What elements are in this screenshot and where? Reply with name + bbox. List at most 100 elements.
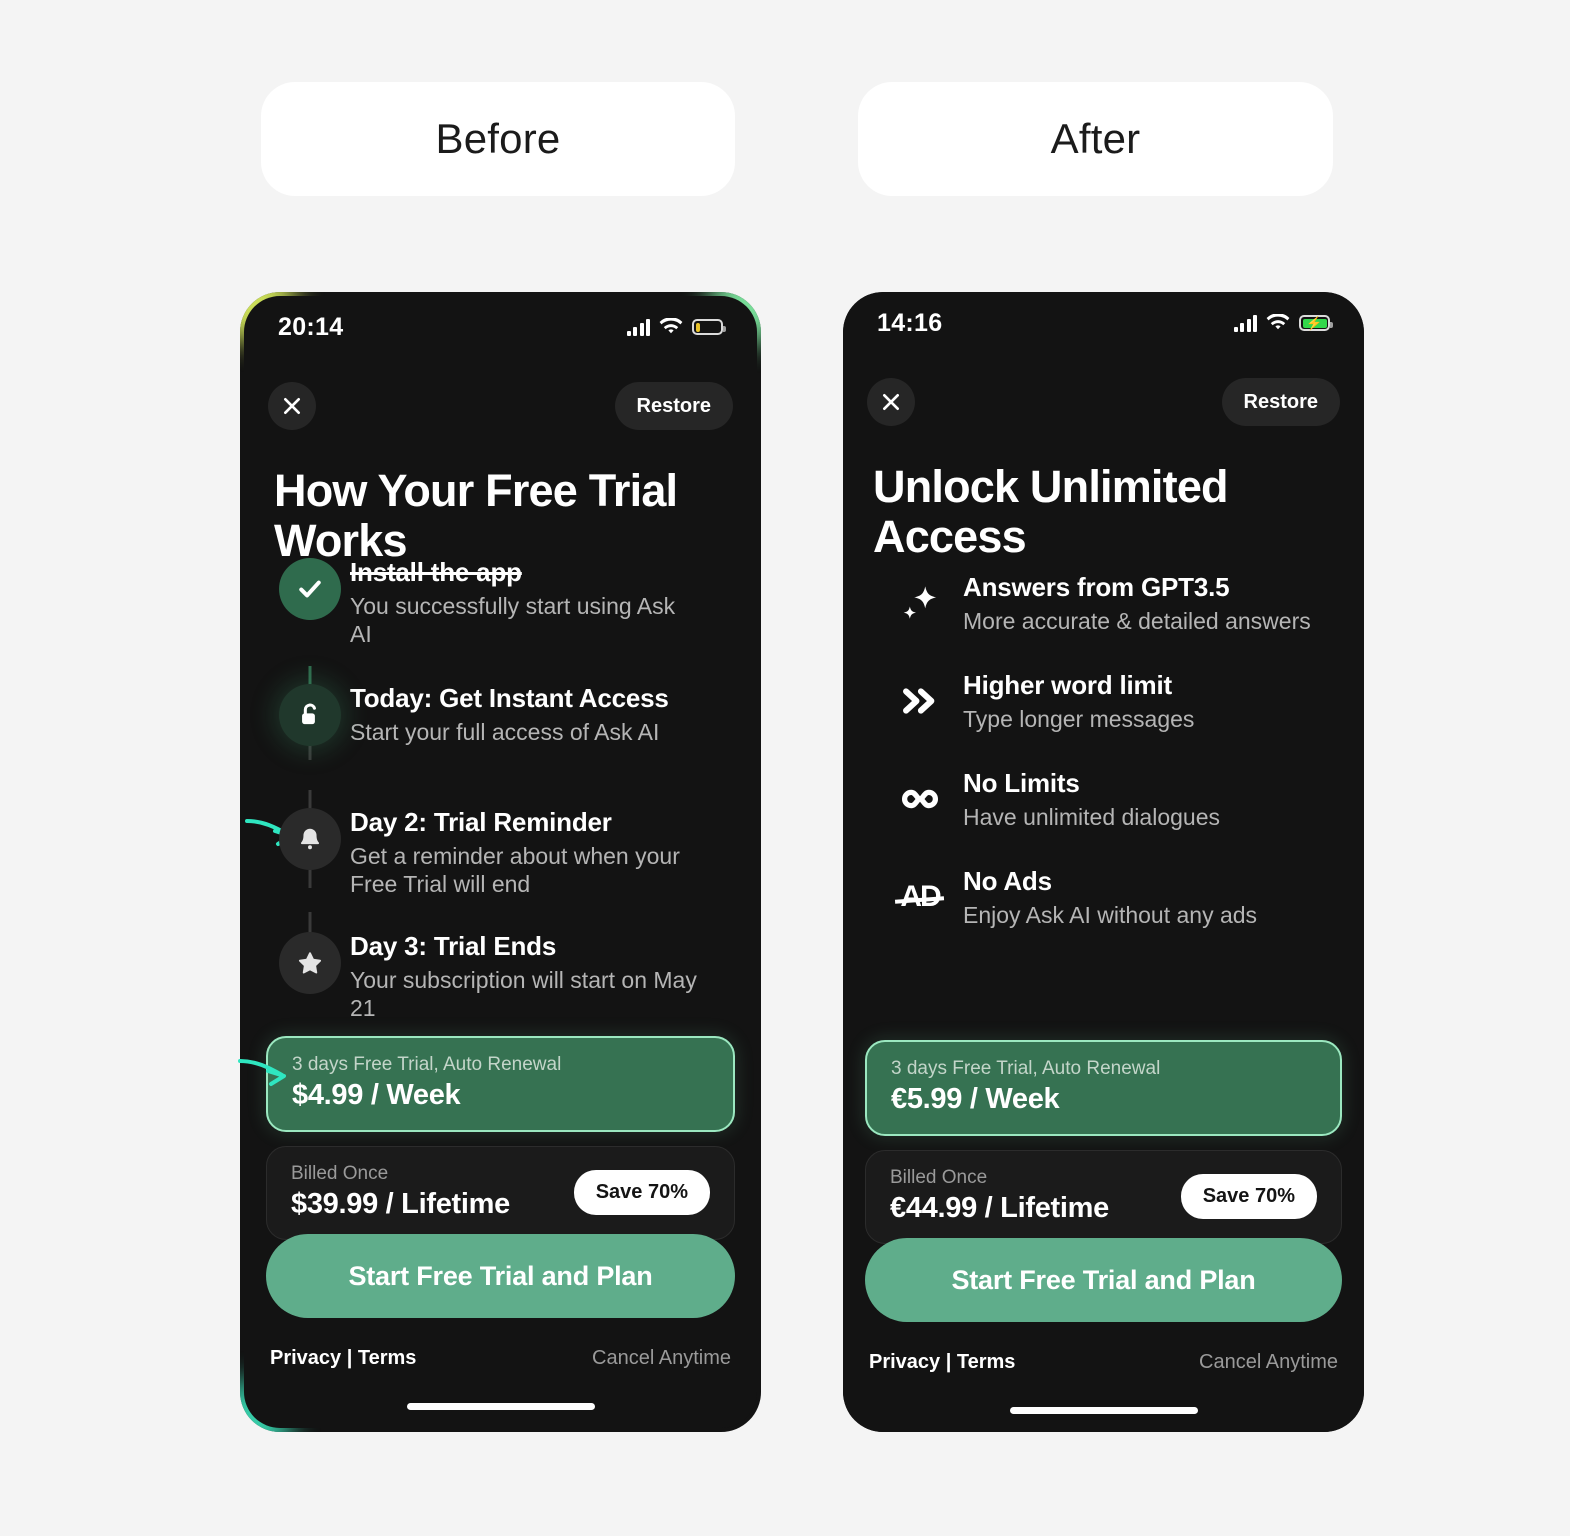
step-desc: Your subscription will start on May 21 bbox=[350, 966, 697, 1021]
status-bar: 14:16 ⚡ bbox=[843, 292, 1364, 354]
step-title: Install the app bbox=[350, 557, 522, 587]
restore-button[interactable]: Restore bbox=[614, 382, 733, 430]
plan-price: $39.99 / Lifetime bbox=[291, 1188, 510, 1220]
no-ads-icon: AD bbox=[900, 880, 941, 913]
feature-item: AD No Ads Enjoy Ask AI without any ads bbox=[881, 848, 1336, 946]
cancel-anytime-note: Cancel Anytime bbox=[592, 1347, 731, 1369]
status-icons: ⚡ bbox=[1233, 314, 1333, 332]
label-after: After bbox=[858, 82, 1333, 196]
status-bar: 20:14 bbox=[244, 296, 757, 358]
privacy-terms-link[interactable]: Privacy | Terms bbox=[869, 1351, 1015, 1374]
feature-title: Answers from GPT3.5 bbox=[963, 571, 1230, 602]
close-icon bbox=[284, 398, 300, 414]
feature-item: No Limits Have unlimited dialogues bbox=[881, 750, 1336, 848]
feature-text: Higher word limit Type longer messages bbox=[959, 670, 1194, 733]
save-badge: Save 70% bbox=[1180, 1173, 1317, 1219]
page-title: How Your Free Trial Works bbox=[274, 465, 678, 566]
step-icon-badge bbox=[279, 558, 341, 620]
bell-icon bbox=[300, 828, 320, 850]
plan-subtitle: 3 days Free Trial, Auto Renewal bbox=[891, 1058, 1161, 1079]
feature-icon bbox=[881, 778, 959, 820]
feature-icon bbox=[881, 680, 959, 722]
timeline-step: Install the app You successfully start u… bbox=[274, 554, 739, 680]
plan-card-weekly[interactable]: 3 days Free Trial, Auto Renewal $4.99 / … bbox=[266, 1036, 735, 1132]
feature-item: Answers from GPT3.5 More accurate & deta… bbox=[881, 554, 1336, 652]
plan-subtitle: Billed Once bbox=[291, 1163, 389, 1184]
feature-desc: Enjoy Ask AI without any ads bbox=[963, 901, 1258, 928]
home-indicator bbox=[1009, 1407, 1198, 1414]
status-icons bbox=[626, 318, 726, 336]
step-icon-badge bbox=[279, 808, 341, 870]
save-badge: Save 70% bbox=[573, 1169, 710, 1215]
start-trial-label: Start Free Trial and Plan bbox=[348, 1260, 653, 1291]
home-indicator bbox=[406, 1403, 595, 1410]
restore-button[interactable]: Restore bbox=[1221, 378, 1340, 426]
step-title: Day 2: Trial Reminder bbox=[350, 807, 612, 837]
page-title: Unlock Unlimited Access bbox=[873, 461, 1229, 562]
phone-mockup-after: 14:16 ⚡ Restore Unlock Unlimited Access … bbox=[843, 292, 1364, 1432]
phone-mockup-before: 20:14 Restore How Your Free Trial Works … bbox=[240, 292, 761, 1432]
check-icon bbox=[299, 580, 321, 598]
timeline-text: Day 2: Trial Reminder Get a reminder abo… bbox=[346, 804, 700, 898]
close-button[interactable] bbox=[867, 378, 915, 426]
double-chevron-right-icon bbox=[903, 688, 935, 714]
feature-list: Answers from GPT3.5 More accurate & deta… bbox=[881, 554, 1336, 946]
screen-after: 14:16 ⚡ Restore Unlock Unlimited Access … bbox=[843, 292, 1364, 1432]
status-time: 20:14 bbox=[278, 312, 344, 341]
cancel-anytime-note: Cancel Anytime bbox=[1199, 1351, 1338, 1373]
footer: Privacy | Terms Cancel Anytime bbox=[869, 1351, 1338, 1374]
top-controls: Restore bbox=[843, 378, 1364, 426]
timeline-rail bbox=[274, 554, 346, 620]
plan-card-lifetime[interactable]: Billed Once $39.99 / Lifetime Save 70% bbox=[266, 1146, 735, 1240]
comparison-stage: Before After 20:14 Restore How Your Free… bbox=[0, 0, 1570, 1536]
start-trial-button[interactable]: Start Free Trial and Plan bbox=[865, 1238, 1342, 1322]
trial-timeline: Install the app You successfully start u… bbox=[274, 554, 739, 1040]
step-title: Day 3: Trial Ends bbox=[350, 931, 557, 961]
timeline-text: Today: Get Instant Access Start your ful… bbox=[346, 680, 669, 746]
feature-title: No Limits bbox=[963, 767, 1080, 798]
unlock-icon bbox=[302, 703, 316, 725]
plan-card-lifetime-text: Billed Once €44.99 / Lifetime bbox=[890, 1167, 1109, 1225]
feature-desc: Type longer messages bbox=[963, 705, 1195, 732]
sparkle-icon bbox=[903, 586, 937, 619]
start-trial-button[interactable]: Start Free Trial and Plan bbox=[266, 1234, 735, 1318]
timeline-rail bbox=[274, 666, 346, 760]
plan-subtitle: Billed Once bbox=[890, 1167, 988, 1188]
plan-card-lifetime[interactable]: Billed Once €44.99 / Lifetime Save 70% bbox=[865, 1150, 1342, 1244]
timeline-step: Day 3: Trial Ends Your subscription will… bbox=[274, 912, 739, 1040]
timeline-rail bbox=[274, 790, 346, 888]
feature-icon: AD bbox=[881, 880, 959, 914]
privacy-terms-link[interactable]: Privacy | Terms bbox=[270, 1347, 416, 1370]
feature-desc: Have unlimited dialogues bbox=[963, 803, 1220, 830]
restore-label: Restore bbox=[636, 394, 711, 417]
feature-text: No Limits Have unlimited dialogues bbox=[959, 768, 1220, 831]
plan-card-lifetime-text: Billed Once $39.99 / Lifetime bbox=[291, 1163, 510, 1221]
plan-list: 3 days Free Trial, Auto Renewal $4.99 / … bbox=[266, 1036, 735, 1240]
signal-bars-icon bbox=[626, 318, 650, 336]
status-time: 14:16 bbox=[877, 308, 943, 337]
label-before-text: Before bbox=[435, 115, 561, 162]
infinity-icon bbox=[902, 789, 938, 809]
step-icon-badge bbox=[279, 932, 341, 994]
feature-title: Higher word limit bbox=[963, 669, 1172, 700]
feature-text: No Ads Enjoy Ask AI without any ads bbox=[959, 866, 1257, 929]
plan-card-weekly[interactable]: 3 days Free Trial, Auto Renewal €5.99 / … bbox=[865, 1040, 1342, 1136]
plan-subtitle: 3 days Free Trial, Auto Renewal bbox=[292, 1054, 562, 1075]
star-icon bbox=[298, 952, 322, 974]
wifi-icon bbox=[659, 318, 683, 334]
close-button[interactable] bbox=[268, 382, 316, 430]
feature-title: No Ads bbox=[963, 865, 1052, 896]
step-icon-badge bbox=[279, 684, 341, 746]
feature-item: Higher word limit Type longer messages bbox=[881, 652, 1336, 750]
plan-price: $4.99 / Week bbox=[292, 1079, 461, 1111]
timeline-text: Day 3: Trial Ends Your subscription will… bbox=[346, 928, 700, 1022]
signal-bars-icon bbox=[1233, 314, 1257, 332]
label-before: Before bbox=[261, 82, 735, 196]
timeline-step: Day 2: Trial Reminder Get a reminder abo… bbox=[274, 790, 739, 928]
timeline-step: Today: Get Instant Access Start your ful… bbox=[274, 666, 739, 804]
plan-price: €44.99 / Lifetime bbox=[890, 1192, 1109, 1224]
battery-charging-icon: ⚡ bbox=[1299, 315, 1333, 331]
timeline-text: Install the app You successfully start u… bbox=[346, 554, 700, 648]
feature-text: Answers from GPT3.5 More accurate & deta… bbox=[959, 572, 1311, 635]
timeline-rail bbox=[274, 912, 346, 994]
